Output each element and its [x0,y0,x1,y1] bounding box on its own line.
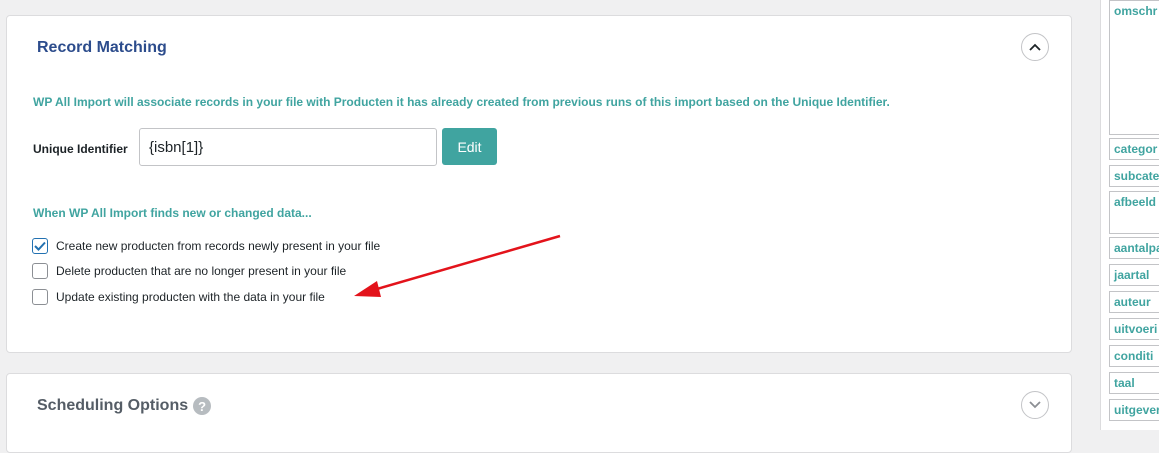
field-item[interactable]: conditi [1109,345,1159,367]
field-item[interactable]: subcate [1109,165,1159,187]
field-item[interactable]: auteur [1109,291,1159,313]
scheduling-options-panel: Scheduling Options ? [6,373,1072,453]
scheduling-options-title: Scheduling Options ? [37,397,212,415]
field-item[interactable]: afbeeld [1109,191,1159,234]
field-item[interactable]: uitgever [1109,399,1159,421]
field-item[interactable]: aantalpa [1109,237,1159,259]
red-arrow-annotation [354,234,561,297]
field-list-sidebar: omschr categor subcate afbeeld aantalpa … [1100,0,1159,430]
field-item[interactable]: categor [1109,138,1159,160]
scheduling-options-label: Scheduling Options [37,397,189,414]
chevron-down-icon [1029,401,1041,409]
field-item[interactable]: omschr [1109,0,1159,135]
field-item[interactable]: uitvoeri [1109,318,1159,340]
field-item[interactable]: taal [1109,372,1159,394]
help-icon[interactable]: ? [193,397,212,415]
field-item[interactable]: jaartal [1109,264,1159,286]
expand-toggle-button[interactable] [1021,391,1049,419]
